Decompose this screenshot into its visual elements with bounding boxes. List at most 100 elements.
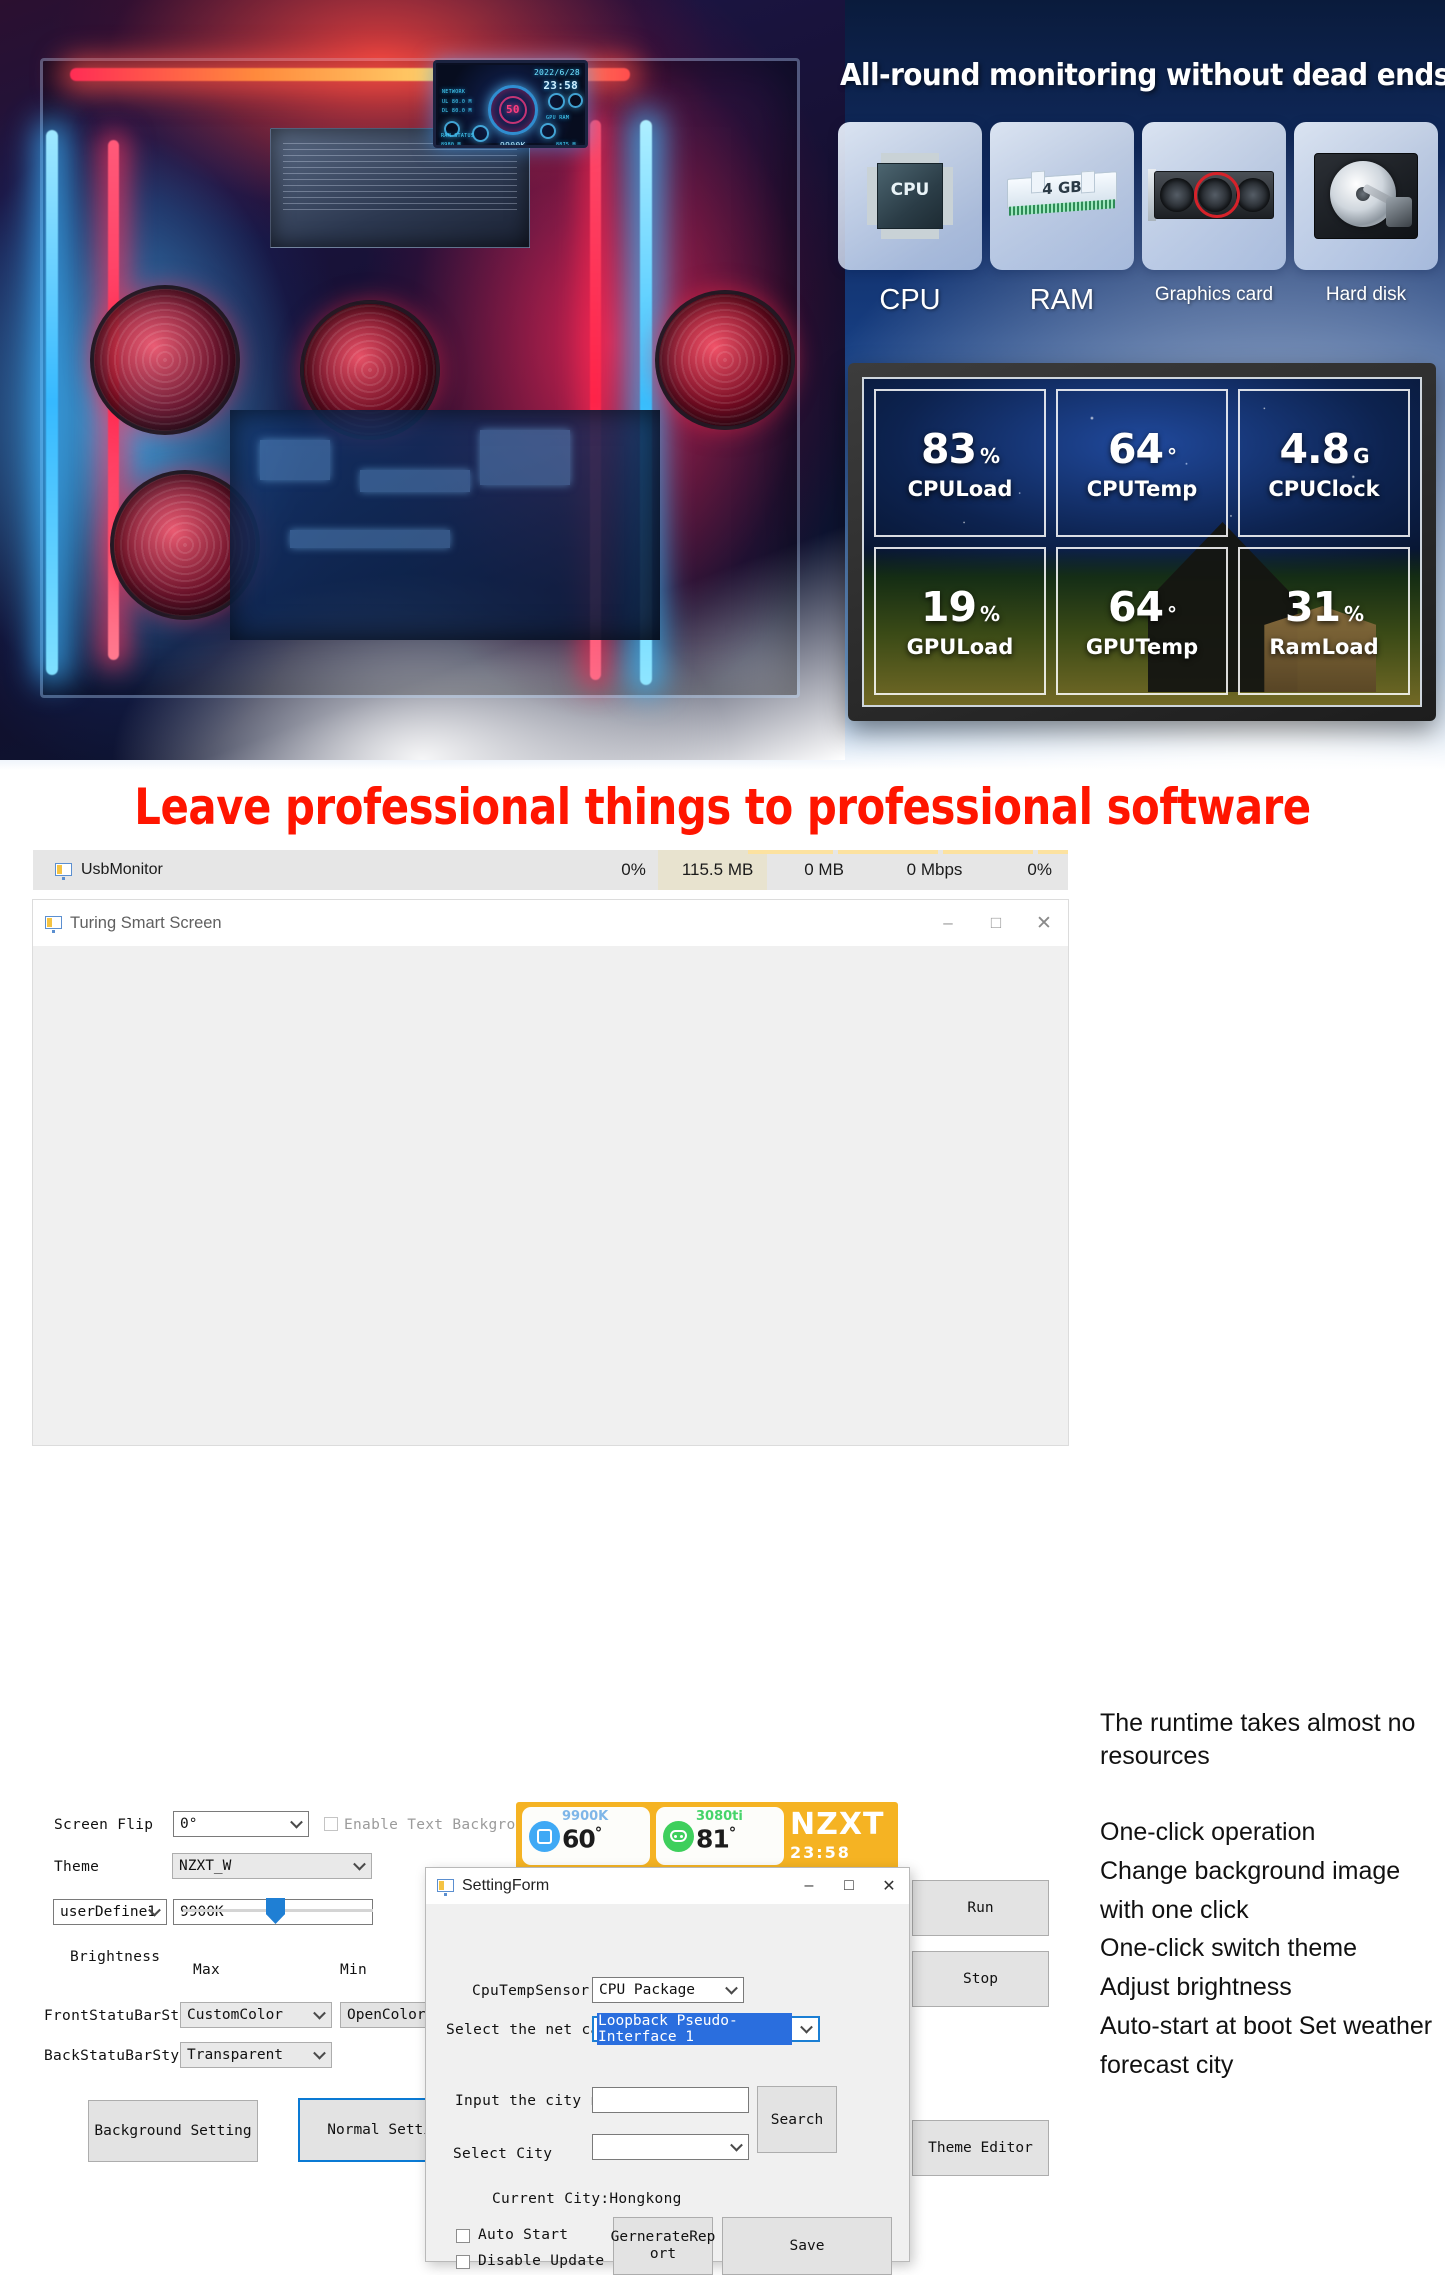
stat-unit-cpuclock: G <box>1353 444 1369 468</box>
task-manager-network: 0 Mbps <box>906 860 963 879</box>
turing-minimize-button[interactable]: – <box>924 900 972 946</box>
hardware-label-ram: RAM <box>1029 284 1095 316</box>
setting-form-close-button[interactable]: ✕ <box>869 1868 909 1904</box>
stat-cell-cpuload: 83% CPULoad <box>874 389 1046 537</box>
stat-cell-gputemp: 64 ° GPUTemp <box>1056 547 1228 695</box>
gpu-icon <box>663 1820 694 1852</box>
task-manager-process-name: UsbMonitor <box>81 861 163 878</box>
feature-item: Change background image with one click <box>1100 1856 1401 1924</box>
feature-list: One-click operation Change background im… <box>1100 1813 1445 2084</box>
generate-report-button[interactable]: GernerateRep ort <box>611 2217 715 2275</box>
select-city-select[interactable] <box>592 2134 749 2160</box>
back-status-bar-style-value: Transparent <box>187 2047 284 2063</box>
back-status-bar-style-label: BackStatuBarStyle <box>44 2048 198 2064</box>
front-status-bar-style-value: CustomColor <box>187 2007 284 2023</box>
turing-titlebar[interactable]: Turing Smart Screen – □ ✕ <box>33 900 1068 946</box>
mini-lcd-dot-3 <box>568 93 583 108</box>
stat-value-gpuload: 19 <box>920 583 977 631</box>
turing-maximize-button[interactable]: □ <box>972 900 1020 946</box>
stat-caption-gputemp: GPUTemp <box>1085 635 1199 659</box>
screen-flip-select[interactable]: 0° <box>173 1811 309 1837</box>
runtime-note: The runtime takes almost no resources <box>1100 1709 1416 1770</box>
stat-unit-cpuload: % <box>980 444 1000 468</box>
disable-update-label: Disable Update <box>478 2253 605 2269</box>
task-manager-gpu: 0% <box>1027 860 1052 879</box>
net-card-select[interactable]: Loopback Pseudo-Interface 1 <box>592 2013 820 2045</box>
case-fan-1 <box>90 285 240 435</box>
user-define-text-value: 9900K <box>180 1904 224 1920</box>
led-strip-left-blue <box>46 130 58 675</box>
mini-lcd-time: 23:58 <box>543 79 578 92</box>
back-status-bar-style-select[interactable]: Transparent <box>180 2042 332 2068</box>
chevron-down-icon <box>313 2046 326 2060</box>
mini-lcd-date: 2022/6/28 <box>533 68 580 77</box>
task-manager-row[interactable]: UsbMonitor 0% 115.5 MB 0 MB 0 Mbps 0% <box>33 850 1068 890</box>
generate-report-line-2: ort <box>649 2246 677 2262</box>
section-headline: Leave professional things to professiona… <box>134 778 1311 837</box>
theme-select[interactable]: NZXT_W <box>172 1853 372 1879</box>
stat-caption-gpuload: GPULoad <box>906 635 1014 659</box>
cpu-temp-sensor-select[interactable]: CPU Package <box>592 1977 744 2003</box>
auto-start-checkbox[interactable] <box>456 2229 470 2243</box>
stat-caption-cputemp: CPUTemp <box>1086 477 1198 501</box>
stat-caption-cpuload: CPULoad <box>907 477 1013 501</box>
app-icon <box>437 1878 454 1896</box>
setting-form-dialog: SettingForm – □ ✕ CpuTempSensor CPU Pack… <box>425 1867 910 2275</box>
feature-item: One-click operation <box>1100 1818 1316 1846</box>
hardware-item-gpu: Graphics card <box>1142 122 1286 317</box>
setting-form-maximize-button[interactable]: □ <box>829 1868 869 1904</box>
setting-form-minimize-button[interactable]: – <box>789 1868 829 1904</box>
monitor-icon <box>55 862 72 880</box>
disable-update-checkbox[interactable] <box>456 2255 470 2269</box>
mini-lcd-center-value: 50 <box>506 103 520 116</box>
preview-cpu-temp: 60° <box>562 1824 602 1854</box>
theme-editor-button[interactable]: Theme Editor <box>912 2120 1049 2176</box>
task-manager-process: UsbMonitor <box>33 861 540 880</box>
stat-cell-cputemp: 64 ° CPUTemp <box>1056 389 1228 537</box>
mini-lcd-upload: UL 80.0 M <box>442 99 472 105</box>
task-manager-disk: 0 MB <box>804 860 844 879</box>
stat-value-gputemp: 64 <box>1107 583 1164 631</box>
case-fan-3 <box>655 290 795 430</box>
select-city-label: Select City <box>453 2146 553 2162</box>
stop-button[interactable]: Stop <box>912 1951 1049 2007</box>
stat-caption-ramload: RamLoad <box>1269 635 1379 659</box>
stat-unit-cputemp: ° <box>1167 444 1177 468</box>
chevron-down-icon <box>725 1981 738 1995</box>
chevron-down-icon <box>313 2006 326 2020</box>
ram-icon: 4 GB <box>1007 167 1117 225</box>
auto-start-label: Auto Start <box>478 2227 569 2243</box>
mini-lcd-preview: NETWORK UL 80.0 M DL 80.0 M 2022/6/28 23… <box>433 60 588 148</box>
mini-lcd-ram-value: 8980 M <box>441 142 461 148</box>
stat-value-cpuload: 83 <box>920 425 977 473</box>
setting-form-titlebar[interactable]: SettingForm – □ ✕ <box>426 1868 909 1904</box>
turing-close-button[interactable]: ✕ <box>1020 900 1068 946</box>
hardware-label-cpu: CPU <box>879 284 941 316</box>
hardware-label-gpu: Graphics card <box>1154 284 1274 305</box>
theme-label: Theme <box>54 1859 100 1875</box>
background-setting-button[interactable]: Background Setting <box>88 2100 258 2162</box>
software-section: UsbMonitor 0% 115.5 MB 0 MB 0 Mbps 0% Tu… <box>0 845 1445 2275</box>
mini-lcd-network-label: NETWORK <box>442 89 466 95</box>
run-button[interactable]: Run <box>912 1880 1049 1936</box>
cpu-temp-sensor-label: CpuTempSensor <box>472 1983 590 1999</box>
hardware-label-hdd: Hard disk <box>1325 284 1407 305</box>
cpu-icon <box>867 153 953 239</box>
brightness-max-label: Max <box>193 1962 221 1978</box>
city-name-input[interactable] <box>592 2087 749 2113</box>
mini-lcd-ram-label: RAM STATUS <box>441 133 475 139</box>
mini-lcd-gpu-clock: 8875 M <box>556 142 576 148</box>
user-define-select[interactable]: userDefine1 <box>53 1899 167 1925</box>
stat-cell-ramload: 31% RamLoad <box>1238 547 1410 695</box>
stat-value-cputemp: 64 <box>1107 425 1164 473</box>
feature-item: Adjust brightness <box>1100 1973 1292 2001</box>
search-button[interactable]: Search <box>757 2086 837 2153</box>
hero-title: All-round monitoring without dead ends <box>840 58 1445 93</box>
save-button[interactable]: Save <box>722 2217 892 2275</box>
front-status-bar-style-select[interactable]: CustomColor <box>180 2002 332 2028</box>
task-manager-cpu: 0% <box>621 860 646 879</box>
hero-banner: NETWORK UL 80.0 M DL 80.0 M 2022/6/28 23… <box>0 0 1445 770</box>
enable-text-background-checkbox[interactable] <box>324 1817 338 1831</box>
turing-smart-screen-window: Turing Smart Screen – □ ✕ <box>33 900 1068 1445</box>
preview-brand-name: NZXT <box>790 1807 885 1842</box>
